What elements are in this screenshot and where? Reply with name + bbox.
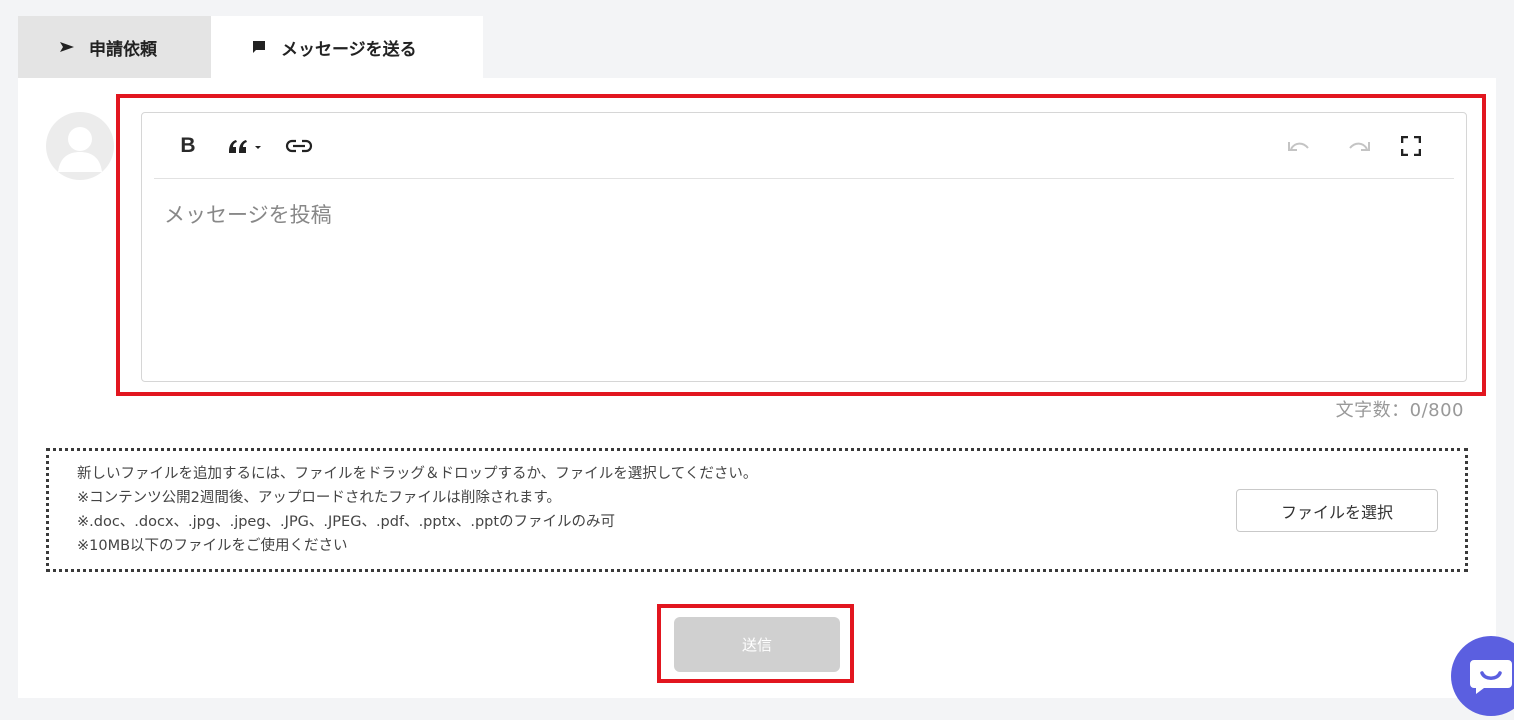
character-count: 文字数：0/800 (1335, 400, 1464, 421)
file-drop-zone[interactable]: 新しいファイルを追加するには、ファイルをドラッグ＆ドロップするか、ファイルを選択… (46, 448, 1468, 572)
upload-instruction-line: ※コンテンツ公開2週間後、アップロードされたファイルは削除されます。 (77, 490, 561, 506)
tab-send-message[interactable]: メッセージを送る (211, 16, 483, 78)
undo-button[interactable] (1282, 131, 1316, 161)
tab-application-request[interactable]: 申請依頼 (18, 16, 211, 78)
undo-icon (1288, 142, 1309, 151)
upload-instruction-line: ※10MB以下のファイルをご使用ください (77, 538, 348, 554)
link-icon (285, 139, 313, 153)
link-button[interactable] (282, 131, 316, 161)
bold-button[interactable]: B (175, 131, 201, 161)
select-file-button[interactable]: ファイルを選択 (1236, 489, 1438, 532)
chat-icon (1470, 660, 1512, 694)
send-button[interactable]: 送信 (674, 617, 840, 672)
editor-toolbar: B (154, 113, 1454, 179)
message-icon (251, 40, 281, 54)
quote-dropdown-button[interactable] (224, 131, 270, 161)
tab-bar: 申請依頼 メッセージを送る (18, 16, 483, 78)
redo-icon (1349, 142, 1370, 151)
fullscreen-button[interactable] (1394, 131, 1428, 161)
message-editor: B メッセージを投稿 (141, 112, 1467, 382)
fullscreen-icon (1401, 136, 1421, 156)
send-arrow-icon (59, 41, 89, 53)
avatar (46, 112, 114, 180)
upload-instruction-line: 新しいファイルを追加するには、ファイルをドラッグ＆ドロップするか、ファイルを選択… (77, 466, 758, 482)
tab-application-request-label: 申請依頼 (89, 39, 157, 60)
redo-button[interactable] (1342, 131, 1376, 161)
upload-instruction-line: ※.doc、.docx、.jpg、.jpeg、.JPG、.JPEG、.pdf、.… (77, 514, 616, 530)
tab-send-message-label: メッセージを送る (281, 39, 417, 60)
quote-dropdown-icon (229, 140, 261, 153)
message-input[interactable]: メッセージを投稿 (164, 199, 1446, 229)
upload-instructions: 新しいファイルを追加するには、ファイルをドラッグ＆ドロップするか、ファイルを選択… (77, 462, 757, 558)
user-icon (58, 127, 102, 172)
